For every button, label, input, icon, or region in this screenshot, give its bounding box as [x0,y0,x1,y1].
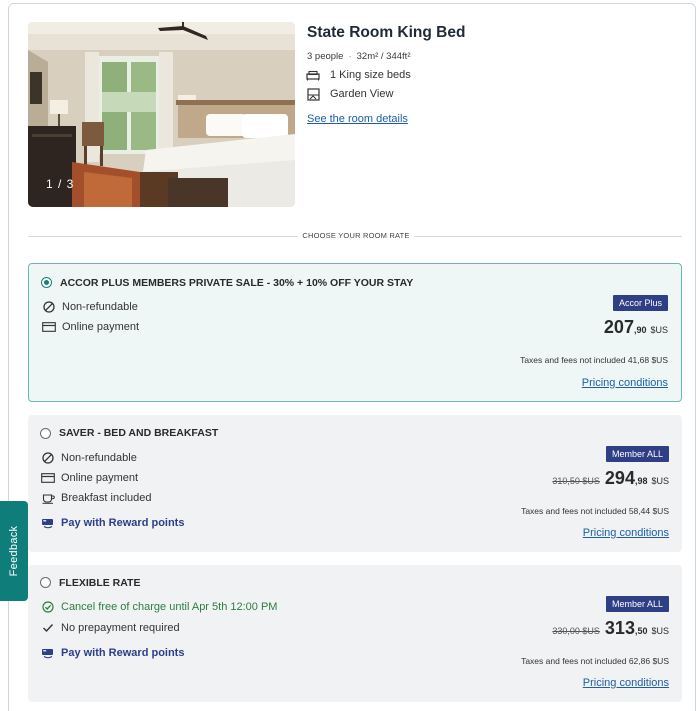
rate-condition-no-prepayment: No prepayment required [41,622,180,634]
room-bed-label: 1 King size beds [330,69,411,81]
rate-title: ACCOR PLUS MEMBERS PRIVATE SALE - 30% + … [60,277,414,289]
price-integer: 313 [604,618,635,638]
feedback-tab[interactable]: Feedback [0,501,28,601]
taxes-text: Taxes and fees not included 62,86 $US [521,656,669,666]
rate-condition-online-payment: Online payment [41,472,138,484]
member-badge: Accor Plus [612,295,668,311]
member-badge: Member ALL [605,596,669,612]
price-decimal: ,90 [633,325,647,335]
room-title: State Room King Bed [307,24,466,41]
taxes-text: Taxes and fees not included 58,44 $US [521,506,669,516]
reward-card-icon [41,647,55,659]
feedback-label: Feedback [8,525,20,577]
rate-radio[interactable] [40,428,51,439]
price-decimal: ,98 [634,476,648,486]
rate-radio-selected[interactable] [41,277,52,288]
credit-card-icon [42,321,56,333]
price-integer: 207 [603,317,634,337]
bed-icon [305,69,321,81]
price-integer: 294 [604,468,635,488]
check-icon [41,622,55,634]
pay-with-reward-points[interactable]: Pay with Reward points [41,517,184,529]
credit-card-icon [41,472,55,484]
rate-condition-label: Online payment [62,321,140,333]
pricing-conditions-link[interactable]: Pricing conditions [583,677,669,689]
rate-option-flexible[interactable]: FLEXIBLE RATE Cancel free of charge unti… [28,565,682,702]
price-currency: $US [650,325,668,335]
window-view-icon [305,87,321,101]
price-currency: $US [651,626,669,636]
pay-with-reward-points[interactable]: Pay with Reward points [41,647,184,659]
rate-condition-breakfast: Breakfast included [41,492,152,504]
divider-left [28,236,298,237]
rate-price: 330,00 $US 313,50 $US [552,618,669,639]
old-price: 310,50 $US [552,476,600,486]
rate-condition-cancel-free: Cancel free of charge until Apr 5th 12:0… [41,601,277,613]
reward-label: Pay with Reward points [61,517,185,529]
rate-condition-label: No prepayment required [61,622,180,634]
reward-card-icon [41,517,55,529]
rate-price: 207,90 $US [604,317,668,338]
rate-condition-label: Breakfast included [61,492,152,504]
rate-condition-label: Cancel free of charge until Apr 5th 12:0… [61,601,278,613]
separator-dot: · [348,51,352,62]
rate-price: 310,50 $US 294,98 $US [552,468,669,489]
room-view-feature: Garden View [305,87,394,101]
price-currency: $US [651,476,669,486]
room-bed-feature: 1 King size beds [305,69,411,81]
rate-condition-non-refundable: Non-refundable [41,452,137,464]
rate-title: FLEXIBLE RATE [59,577,141,589]
check-circle-icon [41,601,55,613]
no-entry-icon [41,452,55,464]
pricing-conditions-link[interactable]: Pricing conditions [582,377,668,389]
divider-right [414,236,682,237]
rate-title: SAVER - BED AND BREAKFAST [59,427,219,439]
rate-condition-label: Non-refundable [61,452,137,464]
section-label: CHOOSE YOUR ROOM RATE [302,231,410,240]
pricing-conditions-link[interactable]: Pricing conditions [583,527,669,539]
price-decimal: ,50 [634,626,648,636]
room-photo[interactable]: 1 / 3 [28,22,295,207]
room-size: 32m² / 344ft² [356,51,411,62]
no-entry-icon [42,301,56,313]
old-price: 330,00 $US [552,626,600,636]
rate-radio[interactable] [40,577,51,588]
rate-condition-non-refundable: Non-refundable [42,301,138,313]
rate-condition-label: Non-refundable [62,301,138,313]
taxes-text: Taxes and fees not included 41,68 $US [520,355,668,365]
reward-label: Pay with Reward points [61,647,185,659]
room-details-link[interactable]: See the room details [307,113,408,125]
photo-counter: 1 / 3 [46,177,75,191]
rate-option-accor-plus[interactable]: ACCOR PLUS MEMBERS PRIVATE SALE - 30% + … [28,263,682,402]
rate-condition-online-payment: Online payment [42,321,139,333]
member-badge: Member ALL [605,446,669,462]
rate-condition-label: Online payment [61,472,139,484]
room-view-label: Garden View [330,88,394,100]
room-people: 3 people [307,51,344,62]
rate-option-saver[interactable]: SAVER - BED AND BREAKFAST Non-refundable… [28,415,682,552]
coffee-cup-icon [41,492,55,504]
room-meta: 3 people · 32m² / 344ft² [307,51,410,62]
